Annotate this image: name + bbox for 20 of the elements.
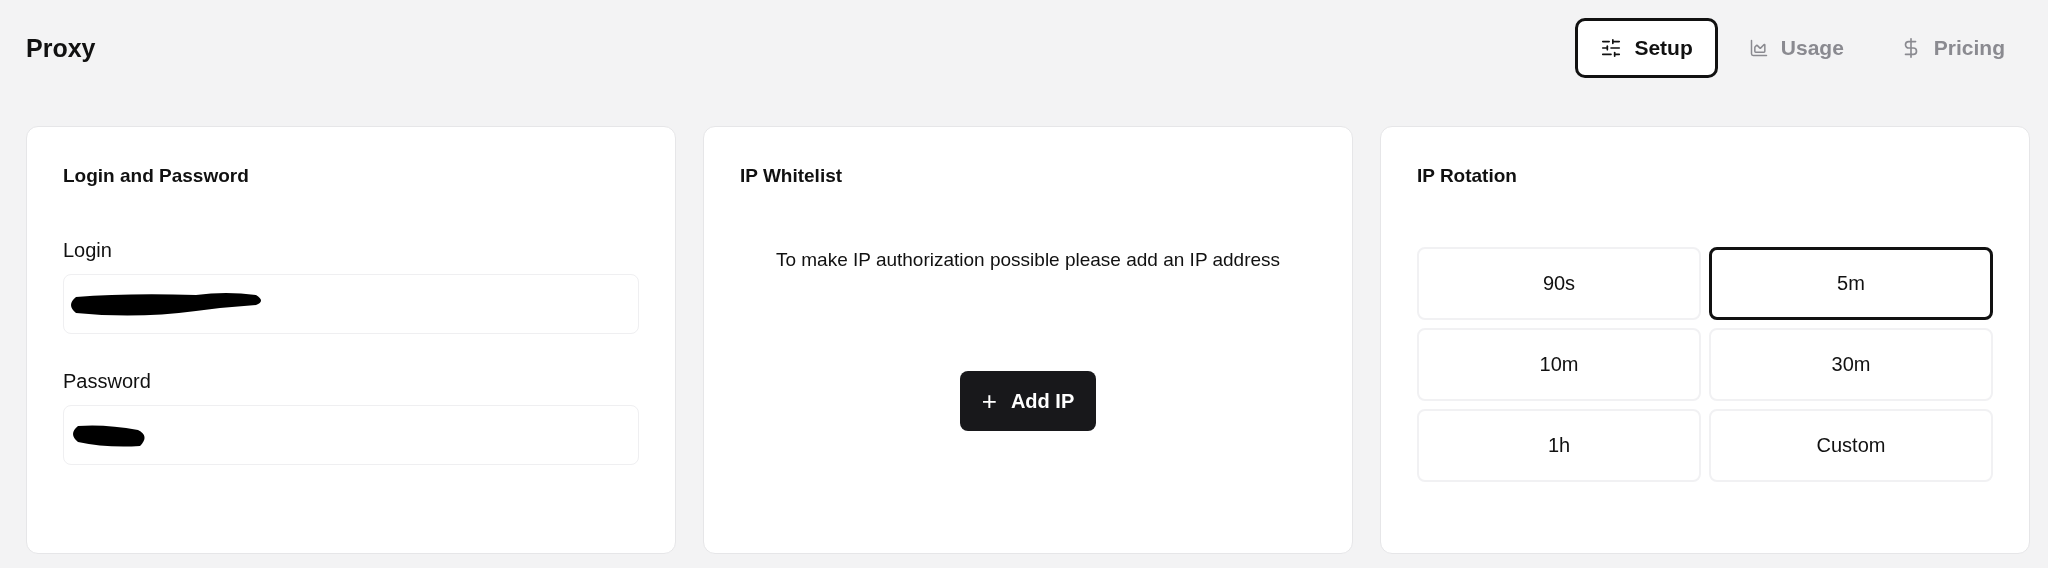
sliders-icon <box>1600 37 1623 59</box>
rotation-option[interactable]: Custom <box>1709 409 1993 482</box>
page-title: Proxy <box>26 33 96 63</box>
tab[interactable]: Setup <box>1575 18 1718 78</box>
input-field[interactable] <box>63 274 639 334</box>
card-title: Login and Password <box>63 165 250 187</box>
rotation-option[interactable]: 5m <box>1709 247 1993 320</box>
rotation-option[interactable]: 30m <box>1709 328 1993 401</box>
field-label: Password <box>63 370 152 393</box>
chart-icon <box>1748 38 1769 58</box>
card-title: IP Whitelist <box>740 165 844 187</box>
plus-icon: + <box>981 385 997 417</box>
rotation-option[interactable]: 1h <box>1417 409 1701 482</box>
rotation-option[interactable]: 90s <box>1417 247 1701 320</box>
field-label: Login <box>63 239 113 262</box>
card-title: IP Rotation <box>1417 165 1518 187</box>
input-field[interactable] <box>63 405 639 465</box>
rotation-option[interactable]: 10m <box>1417 328 1701 401</box>
whitelist-message: To make IP authorization possible please add an IP address <box>774 249 1282 271</box>
add-ip-button[interactable]: + Add IP <box>959 371 1097 431</box>
